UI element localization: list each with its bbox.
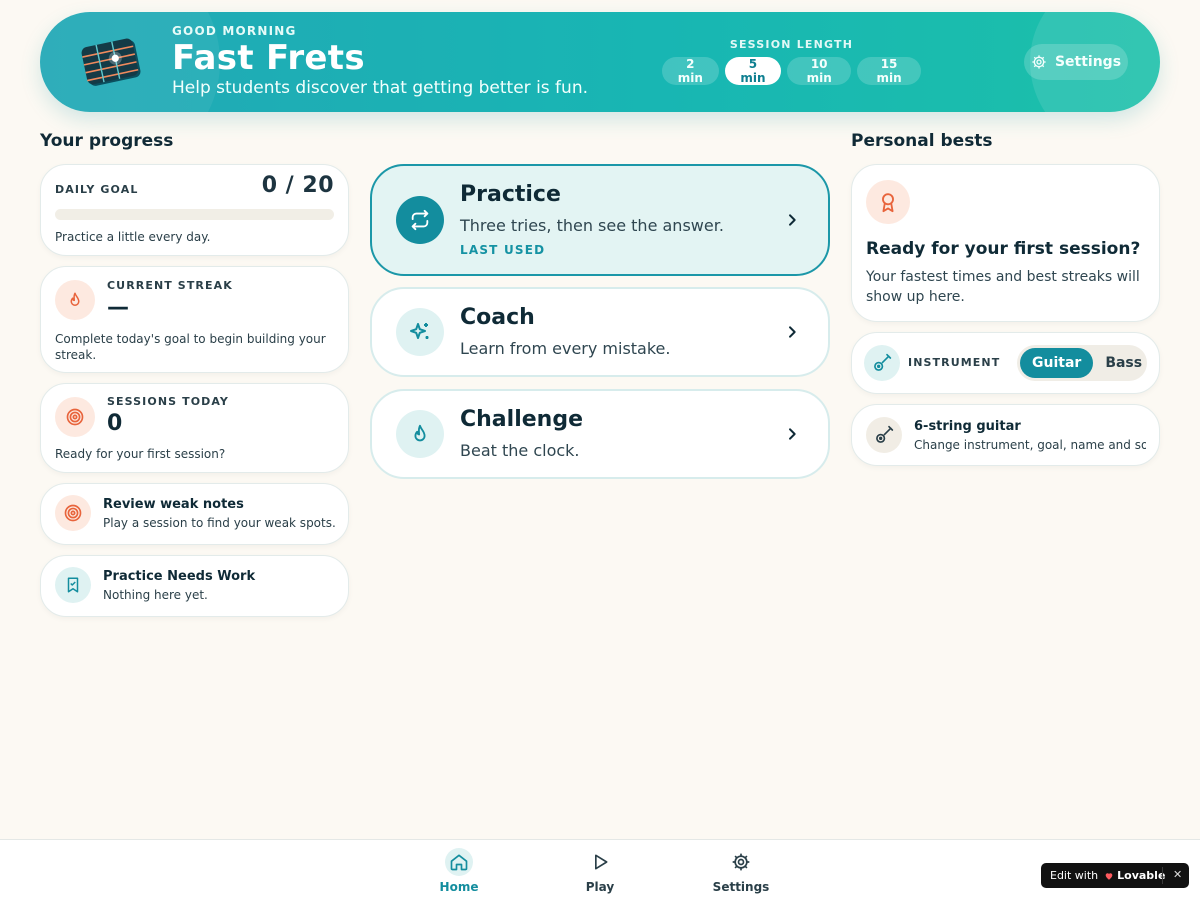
- lovable-brand-text: Lovable: [1117, 869, 1166, 882]
- award-ribbon-icon: [866, 180, 910, 224]
- daily-goal-label: DAILY GOAL: [55, 183, 139, 196]
- profile-title: 6-string guitar: [914, 419, 1021, 434]
- session-option-5-min[interactable]: 5 min: [724, 57, 782, 85]
- mode-card-challenge[interactable]: Challenge Beat the clock.: [370, 389, 830, 479]
- needs-work-caption: Nothing here yet.: [103, 588, 208, 602]
- mode-title-practice: Practice: [460, 182, 561, 207]
- sessions-today-value: 0: [107, 411, 123, 436]
- home-icon: [445, 848, 473, 876]
- session-option-15-min[interactable]: 15 min: [857, 57, 921, 85]
- edit-with-text: Edit with: [1050, 869, 1099, 882]
- header-settings-button[interactable]: Settings: [1024, 44, 1128, 80]
- greeting-text: GOOD MORNING: [172, 24, 297, 38]
- bests-heading: Ready for your first session?: [866, 239, 1141, 259]
- personal-bests-card: Ready for your first session? Your faste…: [851, 164, 1160, 322]
- streak-value: —: [107, 295, 129, 320]
- instrument-toggle: Guitar Bass: [1017, 345, 1147, 381]
- guitar-icon: [866, 417, 902, 453]
- current-streak-card: CURRENT STREAK — Complete today's goal t…: [40, 266, 349, 373]
- app-tagline: Help students discover that getting bett…: [172, 78, 588, 98]
- mode-desc-practice: Three tries, then see the answer.: [460, 216, 724, 235]
- bests-caption: Your fastest times and best streaks will…: [866, 269, 1140, 305]
- nav-home[interactable]: Home: [419, 848, 499, 894]
- session-length-label: SESSION LENGTH: [729, 38, 854, 51]
- lovable-brand: Lovable: [1104, 869, 1165, 882]
- close-icon[interactable]: ✕: [1173, 868, 1182, 881]
- daily-goal-caption: Practice a little every day.: [55, 230, 211, 244]
- guitar-icon: [864, 345, 900, 381]
- needs-work-title: Practice Needs Work: [103, 569, 256, 584]
- instrument-option-guitar[interactable]: Guitar: [1020, 348, 1094, 378]
- settings-label: Settings: [1054, 54, 1122, 70]
- sparkles-icon: [396, 308, 444, 356]
- last-used-badge: LAST USED: [460, 243, 546, 257]
- mode-card-coach[interactable]: Coach Learn from every mistake.: [370, 287, 830, 377]
- daily-goal-progress-bar: [55, 209, 334, 220]
- mode-desc-coach: Learn from every mistake.: [460, 339, 671, 358]
- sessions-today-label: SESSIONS TODAY: [107, 395, 229, 408]
- edit-with-lovable-badge[interactable]: Edit with Lovable ✕: [1041, 863, 1189, 888]
- progress-section-title: Your progress: [40, 131, 174, 151]
- target-icon: [55, 397, 95, 437]
- target-icon: [55, 495, 91, 531]
- play-icon: [586, 848, 614, 876]
- bookmark-check-icon: [55, 567, 91, 603]
- instrument-profile-card[interactable]: 6-string guitar Change instrument, goal,…: [851, 404, 1160, 466]
- heart-logo-icon: [1105, 872, 1113, 880]
- session-option-10-min[interactable]: 10 min: [787, 57, 852, 85]
- instrument-option-bass[interactable]: Bass: [1093, 348, 1154, 378]
- session-option-2-min[interactable]: 2 min: [662, 57, 719, 85]
- hero-header: GOOD MORNING Fast Frets Help students di…: [40, 12, 1160, 112]
- daily-goal-card: DAILY GOAL 0 / 20 Practice a little ever…: [40, 164, 349, 256]
- chevron-right-icon: [789, 428, 796, 440]
- chevron-right-icon: [789, 214, 796, 226]
- flame-icon: [55, 280, 95, 320]
- repeat-icon: [396, 196, 444, 244]
- chevron-right-icon: [789, 326, 796, 338]
- sessions-today-card: SESSIONS TODAY 0 Ready for your first se…: [40, 383, 349, 473]
- gear-icon: [1032, 55, 1046, 69]
- practice-needs-work-card[interactable]: Practice Needs Work Nothing here yet.: [40, 555, 349, 617]
- weak-notes-title: Review weak notes: [103, 497, 244, 512]
- daily-goal-count: 0 / 20: [261, 173, 334, 198]
- flame-icon: [396, 410, 444, 458]
- mode-title-challenge: Challenge: [460, 407, 583, 432]
- instrument-card: INSTRUMENT Guitar Bass: [851, 332, 1160, 394]
- personal-bests-title: Personal bests: [851, 131, 993, 151]
- streak-label: CURRENT STREAK: [107, 279, 233, 292]
- nav-settings-label: Settings: [712, 880, 770, 894]
- session-length-selector: SESSION LENGTH 2 min 5 min 10 min 15 min: [662, 38, 921, 85]
- bottom-navigation: Home Play Settings: [0, 839, 1200, 900]
- gear-icon: [727, 848, 755, 876]
- badge-divider: [1162, 867, 1163, 884]
- sessions-today-caption: Ready for your first session?: [55, 447, 226, 461]
- review-weak-notes-card[interactable]: Review weak notes Play a session to find…: [40, 483, 349, 545]
- nav-play-label: Play: [585, 880, 615, 894]
- weak-notes-caption: Play a session to find your weak spots.: [103, 516, 336, 530]
- nav-home-label: Home: [439, 880, 479, 894]
- profile-caption: Change instrument, goal, name and so...: [914, 438, 1146, 452]
- app-title: Fast Frets: [172, 38, 365, 78]
- streak-caption: Complete today's goal to begin building …: [55, 332, 326, 362]
- fretboard-logo-icon: [81, 38, 141, 86]
- instrument-label: INSTRUMENT: [908, 356, 1001, 369]
- mode-card-practice[interactable]: Practice Three tries, then see the answe…: [370, 164, 830, 276]
- nav-play[interactable]: Play: [560, 848, 640, 894]
- mode-title-coach: Coach: [460, 305, 535, 330]
- nav-settings[interactable]: Settings: [701, 848, 781, 894]
- mode-desc-challenge: Beat the clock.: [460, 441, 580, 460]
